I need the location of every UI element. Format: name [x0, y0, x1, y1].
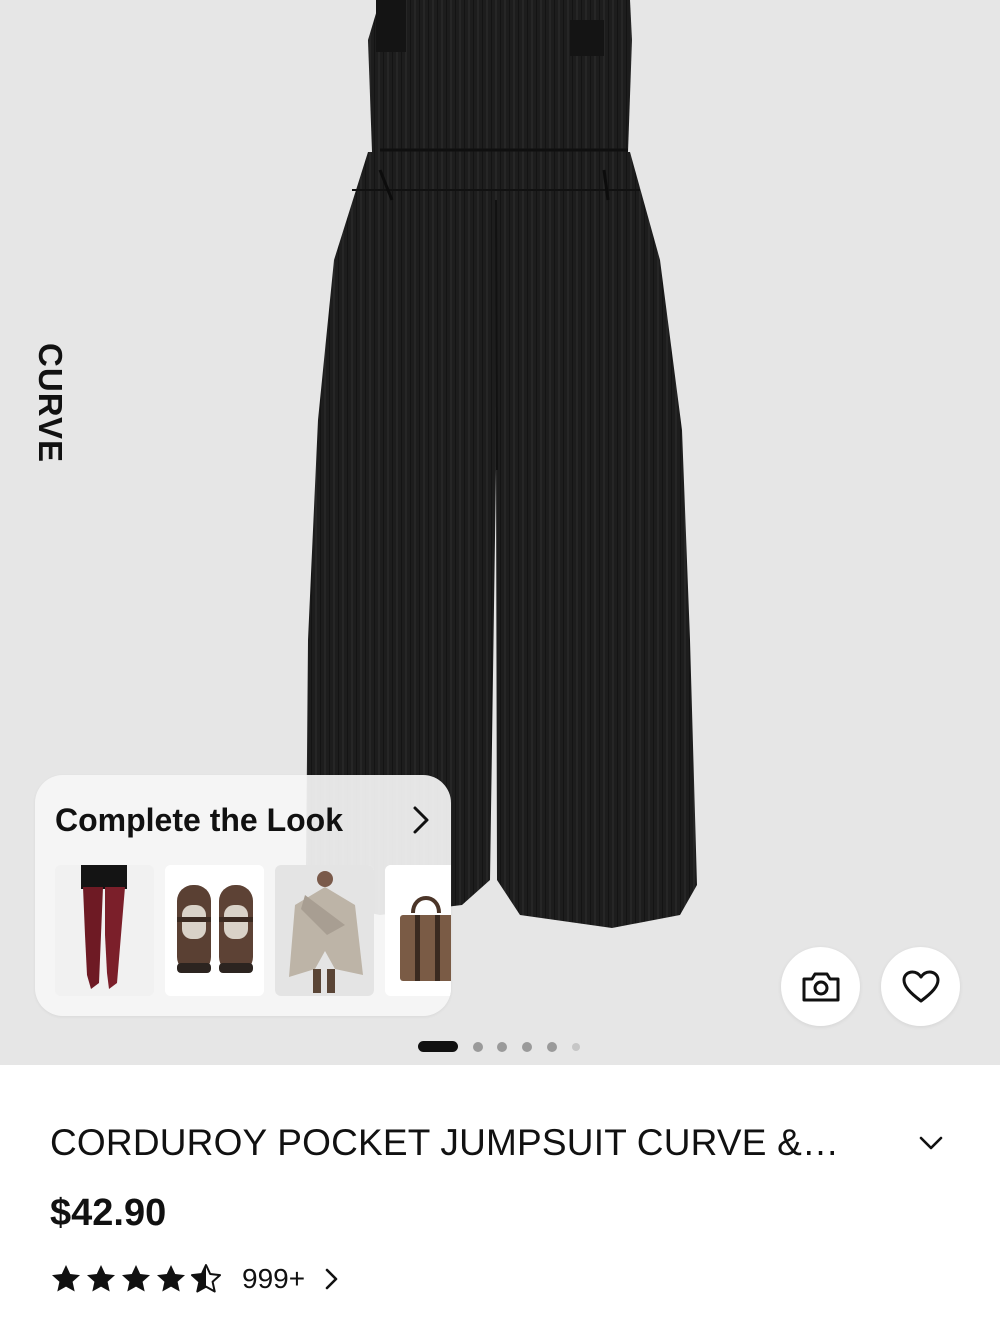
look-item-shoes[interactable] — [165, 865, 264, 996]
product-price: $42.90 — [50, 1192, 167, 1234]
star-full-icon — [87, 1265, 115, 1292]
chevron-right-icon — [325, 1268, 338, 1290]
complete-the-look-card[interactable]: Complete the Look — [35, 775, 451, 1016]
complete-the-look-header[interactable]: Complete the Look — [55, 797, 435, 843]
look-item-tights[interactable] — [55, 865, 154, 996]
complete-the-look-thumbnails[interactable] — [55, 865, 451, 996]
shoes-image — [165, 865, 264, 996]
star-half-icon — [191, 1264, 221, 1293]
look-item-bag[interactable] — [385, 865, 451, 996]
rating-row[interactable]: 999+ — [50, 1258, 343, 1300]
pagination-dot[interactable] — [572, 1043, 580, 1051]
pagination-dot[interactable] — [547, 1042, 557, 1052]
gallery-pagination — [0, 1040, 1000, 1052]
star-full-icon — [52, 1265, 80, 1292]
pagination-dot[interactable] — [522, 1042, 532, 1052]
rating-stars — [50, 1263, 225, 1295]
look-item-cape[interactable] — [275, 865, 374, 996]
heart-icon — [902, 970, 939, 1002]
star-full-icon — [157, 1265, 185, 1292]
brand-label: CURVE — [20, 340, 80, 465]
cape-image — [275, 865, 374, 996]
wishlist-button[interactable] — [881, 947, 960, 1026]
bag-image — [385, 865, 451, 996]
product-gallery[interactable]: CURVE Complete the Look — [0, 0, 1000, 1065]
tights-image — [55, 865, 154, 996]
chevron-right-icon — [413, 806, 429, 834]
camera-icon — [802, 972, 839, 1001]
pagination-dot[interactable] — [473, 1042, 483, 1052]
chevron-down-icon[interactable] — [916, 1128, 946, 1158]
complete-the-look-title: Complete the Look — [55, 801, 344, 838]
visual-search-button[interactable] — [781, 947, 860, 1026]
review-count: 999+ — [242, 1263, 306, 1294]
product-title: CORDUROY POCKET JUMPSUIT CURVE &… — [50, 1122, 840, 1163]
star-full-icon — [122, 1265, 150, 1292]
product-title-row[interactable]: CORDUROY POCKET JUMPSUIT CURVE &… — [50, 1113, 950, 1173]
brand-label-text: CURVE — [32, 342, 69, 463]
pagination-dot-active[interactable] — [418, 1041, 458, 1052]
pagination-dot[interactable] — [497, 1042, 507, 1052]
